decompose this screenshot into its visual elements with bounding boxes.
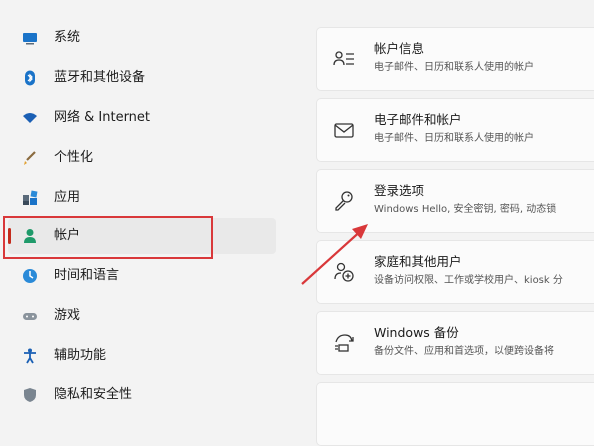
card-title: 家庭和其他用户 (374, 254, 462, 269)
sidebar-item-accessibility[interactable]: 辅助功能 (8, 338, 276, 374)
sidebar-item-personalization[interactable]: 个性化 (8, 140, 276, 176)
shield-icon (24, 388, 36, 402)
card-title: Windows 备份 (374, 325, 459, 340)
highlight-box (3, 216, 213, 259)
sidebar-item-bluetooth[interactable]: 蓝牙和其他设备 (8, 60, 276, 96)
globe-clock-icon (23, 269, 37, 283)
sidebar-item-label: 游戏 (54, 308, 81, 323)
sidebar-item-gaming[interactable]: 游戏 (8, 298, 276, 334)
sidebar-item-apps[interactable]: 应用 (8, 180, 276, 216)
sidebar-item-label: 辅助功能 (54, 348, 107, 363)
sidebar-item-label: 隐私和安全性 (54, 387, 133, 402)
sidebar-item-label: 应用 (54, 190, 81, 205)
card-windows-backup[interactable]: Windows 备份 备份文件、应用和首选项，以便跨设备将 (316, 311, 594, 375)
sidebar-item-system[interactable]: 系统 (8, 20, 276, 56)
card-title: 帐户信息 (374, 41, 425, 56)
card-title: 登录选项 (374, 183, 425, 198)
card-description: Windows Hello, 安全密钥, 密码, 动态锁 (374, 204, 557, 215)
brush-icon (24, 151, 36, 165)
card-account-info[interactable]: 帐户信息 电子邮件、日历和联系人使用的帐户 (316, 27, 594, 91)
card-email-accounts[interactable]: 电子邮件和帐户 电子邮件、日历和联系人使用的帐户 (316, 98, 594, 162)
card-description: 备份文件、应用和首选项，以便跨设备将 (374, 346, 554, 357)
sidebar-item-label: 网络 & Internet (54, 110, 151, 125)
monitor-icon (23, 33, 37, 45)
card-title: 电子邮件和帐户 (374, 112, 462, 127)
sidebar-item-time-language[interactable]: 时间和语言 (8, 258, 276, 294)
sidebar-item-privacy-security[interactable]: 隐私和安全性 (8, 377, 276, 413)
mail-icon (334, 123, 354, 138)
key-icon (335, 191, 353, 211)
bluetooth-icon (25, 70, 35, 86)
card-description: 设备访问权限、工作或学校用户、kiosk 分 (374, 275, 563, 286)
sidebar-item-label: 时间和语言 (54, 268, 120, 283)
apps-icon (23, 190, 38, 205)
wifi-icon (23, 113, 37, 123)
gamepad-icon (23, 313, 37, 320)
annotation-arrow (301, 224, 368, 285)
sidebar-item-label: 个性化 (54, 150, 94, 165)
accessibility-icon (24, 348, 36, 364)
card-description: 电子邮件、日历和联系人使用的帐户 (374, 133, 534, 144)
backup-icon (335, 334, 354, 352)
settings-sidebar: 系统 蓝牙和其他设备 网络 & Internet 个性化 应用 帐户 时间和语言… (0, 0, 300, 407)
account-info-icon (333, 51, 354, 66)
sidebar-item-network[interactable]: 网络 & Internet (8, 100, 276, 136)
card-description: 电子邮件、日历和联系人使用的帐户 (374, 62, 534, 73)
sidebar-item-label: 蓝牙和其他设备 (54, 70, 146, 85)
card-partial[interactable] (316, 382, 594, 446)
sidebar-item-label: 系统 (54, 30, 81, 45)
